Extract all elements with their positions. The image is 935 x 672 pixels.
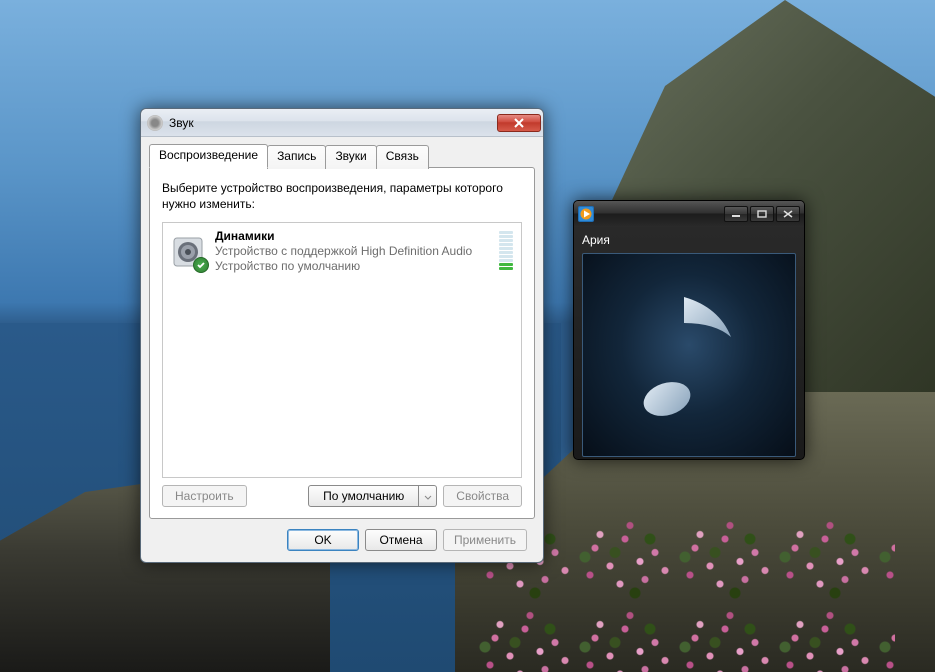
instruction-text: Выберите устройство воспроизведения, пар… [162,180,522,212]
sound-title-icon [147,115,163,131]
set-default-button[interactable]: По умолчанию [308,485,419,507]
tab-communications[interactable]: Связь [376,145,429,169]
tab-playback[interactable]: Воспроизведение [149,144,268,168]
device-name: Динамики [215,229,489,244]
level-meter [499,231,513,270]
device-list[interactable]: Динамики Устройство с поддержкой High De… [162,222,522,478]
tab-sounds[interactable]: Звуки [325,145,376,169]
music-note-icon [629,279,749,432]
set-default-split-button[interactable]: По умолчанию [308,485,437,507]
sound-dialog-window: Звук Воспроизведение Запись Звуки Связь … [140,108,544,563]
apply-button[interactable]: Применить [443,529,527,551]
device-item-speakers[interactable]: Динамики Устройство с поддержкой High De… [163,223,521,280]
player-maximize-button[interactable] [750,206,774,222]
player-album-art[interactable] [582,253,796,457]
close-icon [513,118,525,128]
tab-recording[interactable]: Запись [267,145,326,169]
tab-strip: Воспроизведение Запись Звуки Связь [149,144,535,168]
speaker-icon [171,235,205,269]
maximize-icon [757,207,767,221]
close-icon [783,207,793,221]
check-badge-icon [193,257,209,273]
set-default-dropdown[interactable] [419,485,437,507]
device-status: Устройство по умолчанию [215,259,489,274]
configure-button[interactable]: Настроить [162,485,247,507]
sound-dialog-title: Звук [169,116,497,130]
ok-button[interactable]: OK [287,529,359,551]
player-track-title: Ария [582,233,796,247]
chevron-down-icon [424,489,432,504]
player-close-button[interactable] [776,206,800,222]
properties-button[interactable]: Свойства [443,485,522,507]
media-player-app-icon [578,206,594,222]
cancel-button[interactable]: Отмена [365,529,437,551]
tab-panel-playback: Выберите устройство воспроизведения, пар… [149,167,535,519]
media-player-window: Ария [573,200,805,460]
device-description: Устройство с поддержкой High Definition … [215,244,489,259]
player-minimize-button[interactable] [724,206,748,222]
close-button[interactable] [497,114,541,132]
media-player-titlebar[interactable] [574,201,804,227]
minimize-icon [731,207,741,221]
sound-dialog-titlebar[interactable]: Звук [141,109,543,137]
